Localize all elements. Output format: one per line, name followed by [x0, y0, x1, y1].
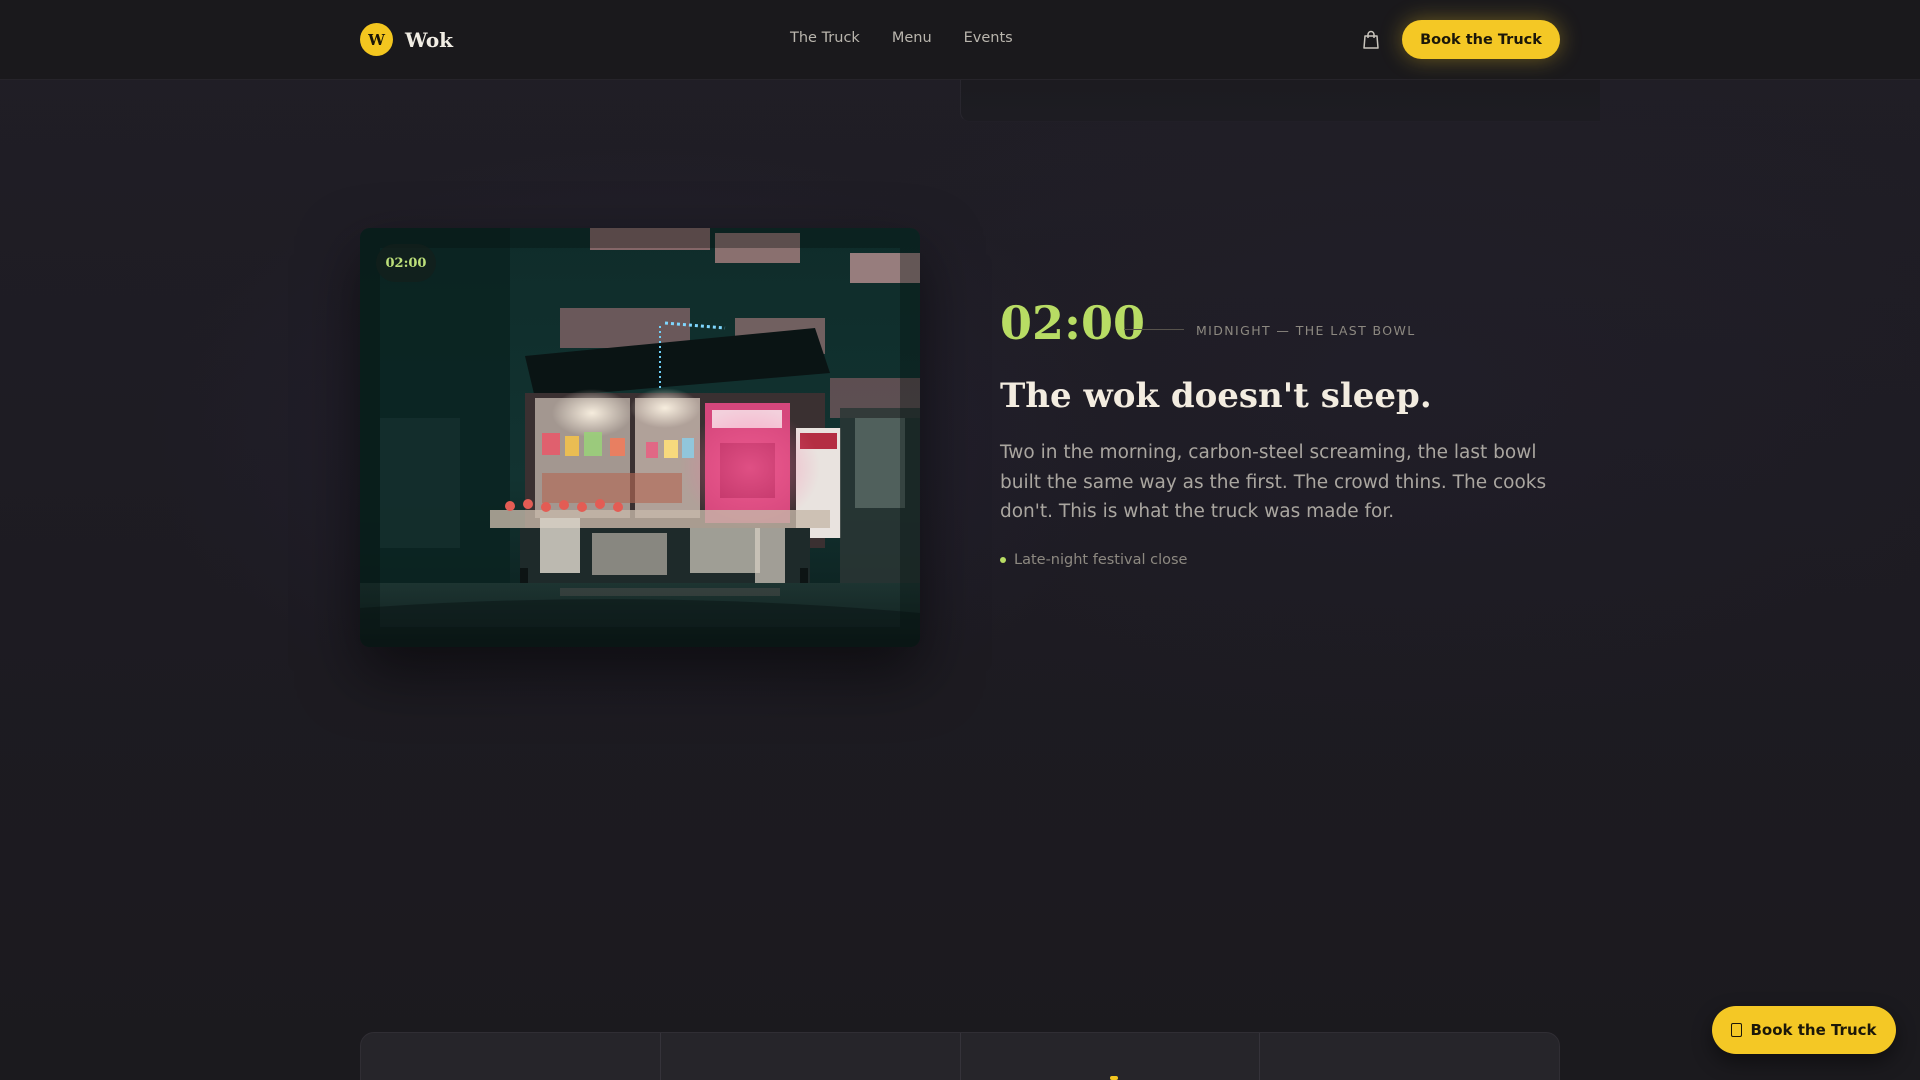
hero-time: 02:00	[1000, 296, 1146, 350]
time-divider	[1124, 329, 1184, 330]
event-tag: Late-night festival close	[1000, 552, 1187, 568]
panel-cell	[961, 1033, 1261, 1080]
calendar-icon	[1731, 1023, 1743, 1037]
book-truck-button[interactable]: Book the Truck	[1402, 20, 1560, 59]
time-caption: MIDNIGHT — THE LAST BOWL	[1196, 323, 1416, 338]
site-header: W Wok The Truck Menu Events Book the Tru…	[0, 0, 1920, 80]
panel-cell	[361, 1033, 661, 1080]
hero-body-text: Two in the morning, carbon-steel screami…	[1000, 442, 1547, 522]
nav-link-the-truck[interactable]: The Truck	[790, 30, 860, 46]
photo-time-badge: 02:00	[376, 244, 436, 282]
tag-dot-icon	[1000, 557, 1006, 563]
brand-logo[interactable]: W Wok	[360, 23, 453, 56]
nav-dropdown-shadow	[960, 80, 1600, 122]
hero-headline: The wok doesn't sleep.	[1000, 376, 1432, 416]
nav-link-events[interactable]: Events	[964, 30, 1013, 46]
event-tag-label: Late-night festival close	[1014, 552, 1188, 568]
panel-cell	[1260, 1033, 1559, 1080]
floating-book-truck-label: Book the Truck	[1750, 1021, 1877, 1039]
brand-badge: W	[360, 23, 393, 56]
main-nav: The Truck Menu Events	[790, 30, 1013, 46]
shopping-bag-icon[interactable]	[1362, 30, 1380, 50]
page-background	[0, 0, 1920, 1080]
food-truck-photo: 02:00	[360, 228, 920, 647]
nav-link-menu[interactable]: Menu	[892, 30, 932, 46]
floating-book-truck-button[interactable]: Book the Truck	[1712, 1006, 1896, 1054]
panel-marker	[1110, 1076, 1118, 1080]
bottom-stats-panel	[360, 1032, 1560, 1080]
panel-cell	[661, 1033, 961, 1080]
brand-name: Wok	[405, 27, 454, 52]
